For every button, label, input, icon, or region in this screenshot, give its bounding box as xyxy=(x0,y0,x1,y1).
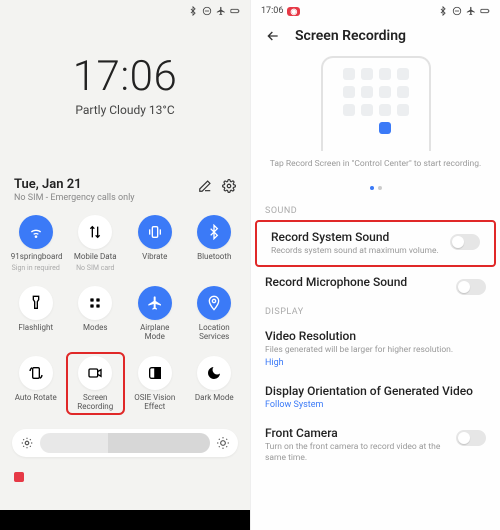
sim-status: No SIM - Emergency calls only xyxy=(14,193,135,203)
setting-title: Record System Sound xyxy=(271,230,439,244)
date-text: Tue, Jan 21 xyxy=(14,177,135,192)
battery-icon xyxy=(480,6,490,16)
modes-icon xyxy=(87,295,103,311)
toggle-record-system[interactable] xyxy=(450,234,480,250)
weather-text: Partly Cloudy 13°C xyxy=(0,103,250,117)
tile-label: Flashlight xyxy=(18,323,53,332)
setting-value: Follow System xyxy=(265,400,473,410)
status-bar xyxy=(0,0,250,18)
tile-wifi[interactable]: 91springboard Sign in required xyxy=(6,211,66,276)
settings-header: Screen Recording xyxy=(251,18,500,50)
tile-location[interactable]: Location Services xyxy=(185,282,245,345)
setting-value: High xyxy=(265,358,453,368)
tile-bluetooth[interactable]: Bluetooth xyxy=(185,211,245,276)
edit-icon[interactable] xyxy=(198,179,212,193)
status-bar: 17:06 ◉ xyxy=(251,0,500,18)
tile-label: Dark Mode xyxy=(195,393,234,402)
tile-modes[interactable]: Modes xyxy=(66,282,126,345)
setting-sub: Records system sound at maximum volume. xyxy=(271,246,439,257)
tile-screen-recording[interactable]: Screen Recording xyxy=(66,352,126,415)
do-not-disturb-icon xyxy=(452,6,462,16)
tile-label: Mobile Data xyxy=(74,252,117,261)
battery-icon xyxy=(230,6,240,16)
tile-label: OSIE Vision Effect xyxy=(134,393,175,411)
tile-label: Screen Recording xyxy=(77,393,113,411)
airplane-icon xyxy=(466,6,476,16)
airplane-icon xyxy=(216,6,226,16)
section-display: DISPLAY xyxy=(251,303,500,321)
setting-front-camera[interactable]: Front Camera Turn on the front camera to… xyxy=(251,418,500,472)
do-not-disturb-icon xyxy=(202,6,212,16)
moon-icon xyxy=(206,365,222,381)
vibrate-icon xyxy=(147,224,163,240)
setting-record-mic[interactable]: Record Microphone Sound xyxy=(251,267,500,303)
setting-orientation[interactable]: Display Orientation of Generated Video F… xyxy=(251,376,500,418)
sun-bright-icon xyxy=(216,436,230,450)
setting-title: Display Orientation of Generated Video xyxy=(265,384,473,398)
tile-auto-rotate[interactable]: Auto Rotate xyxy=(6,352,66,415)
location-icon xyxy=(206,295,222,311)
wifi-icon xyxy=(28,224,44,240)
gear-icon[interactable] xyxy=(222,179,236,193)
bluetooth-icon xyxy=(438,6,448,16)
tile-label: Modes xyxy=(83,323,107,332)
record-icon xyxy=(87,365,103,381)
back-icon[interactable] xyxy=(265,28,281,44)
tile-vibrate[interactable]: Vibrate xyxy=(125,211,185,276)
setting-sub: Turn on the front camera to record video… xyxy=(265,442,448,464)
tile-flashlight[interactable]: Flashlight xyxy=(6,282,66,345)
nav-bar xyxy=(0,510,250,530)
tile-sub: No SIM card xyxy=(76,264,114,272)
control-center-pane: 17:06 Partly Cloudy 13°C Tue, Jan 21 No … xyxy=(0,0,250,530)
tile-mobile-data[interactable]: Mobile Data No SIM card xyxy=(66,211,126,276)
tile-label: 91springboard xyxy=(11,252,61,261)
status-time: 17:06 xyxy=(261,6,283,16)
recording-pill[interactable]: ◉ xyxy=(287,7,300,16)
setting-title: Video Resolution xyxy=(265,329,453,343)
phone-illustration xyxy=(321,56,431,151)
tile-label: Vibrate xyxy=(142,252,167,261)
quick-tiles-grid: 91springboard Sign in required Mobile Da… xyxy=(0,203,250,419)
bluetooth-icon xyxy=(188,6,198,16)
section-sound: SOUND xyxy=(251,202,500,220)
screen-recording-settings-pane: 17:06 ◉ Screen Recording Tap Record Scre… xyxy=(250,0,500,530)
sun-dim-icon xyxy=(20,436,34,450)
tile-label: Auto Rotate xyxy=(15,393,57,402)
page-dots[interactable] xyxy=(251,175,500,194)
tile-airplane[interactable]: Airplane Mode xyxy=(125,282,185,345)
slider-track[interactable] xyxy=(40,433,210,453)
tile-osie[interactable]: OSIE Vision Effect xyxy=(125,352,185,415)
setting-title: Record Microphone Sound xyxy=(265,275,407,289)
tile-label: Location Services xyxy=(199,323,230,341)
recording-indicator[interactable] xyxy=(14,467,250,486)
bluetooth-icon xyxy=(206,224,222,240)
status-icons xyxy=(438,6,490,16)
setting-video-resolution[interactable]: Video Resolution Files generated will be… xyxy=(251,321,500,376)
tile-sub: Sign in required xyxy=(12,264,60,272)
clock: 17:06 xyxy=(0,52,250,101)
illustration-caption: Tap Record Screen in "Control Center" to… xyxy=(251,159,500,169)
toggle-record-mic[interactable] xyxy=(456,279,486,295)
setting-sub: Files generated will be larger for highe… xyxy=(265,345,453,356)
setting-title: Front Camera xyxy=(265,426,448,440)
flashlight-icon xyxy=(28,295,44,311)
page-title: Screen Recording xyxy=(295,28,406,44)
contrast-icon xyxy=(147,365,163,381)
setting-record-system-sound[interactable]: Record System Sound Records system sound… xyxy=(257,222,494,265)
tile-label: Airplane Mode xyxy=(130,323,180,341)
tile-label: Bluetooth xyxy=(197,252,231,261)
lock-screen-info: 17:06 Partly Cloudy 13°C xyxy=(0,52,250,117)
rotate-icon xyxy=(28,365,44,381)
toggle-front-camera[interactable] xyxy=(456,430,486,446)
mobile-data-icon xyxy=(87,224,103,240)
tile-dark-mode[interactable]: Dark Mode xyxy=(185,352,245,415)
brightness-slider[interactable] xyxy=(12,429,238,457)
airplane-icon xyxy=(147,295,163,311)
date-row: Tue, Jan 21 No SIM - Emergency calls onl… xyxy=(0,177,250,203)
status-icons xyxy=(188,6,240,16)
